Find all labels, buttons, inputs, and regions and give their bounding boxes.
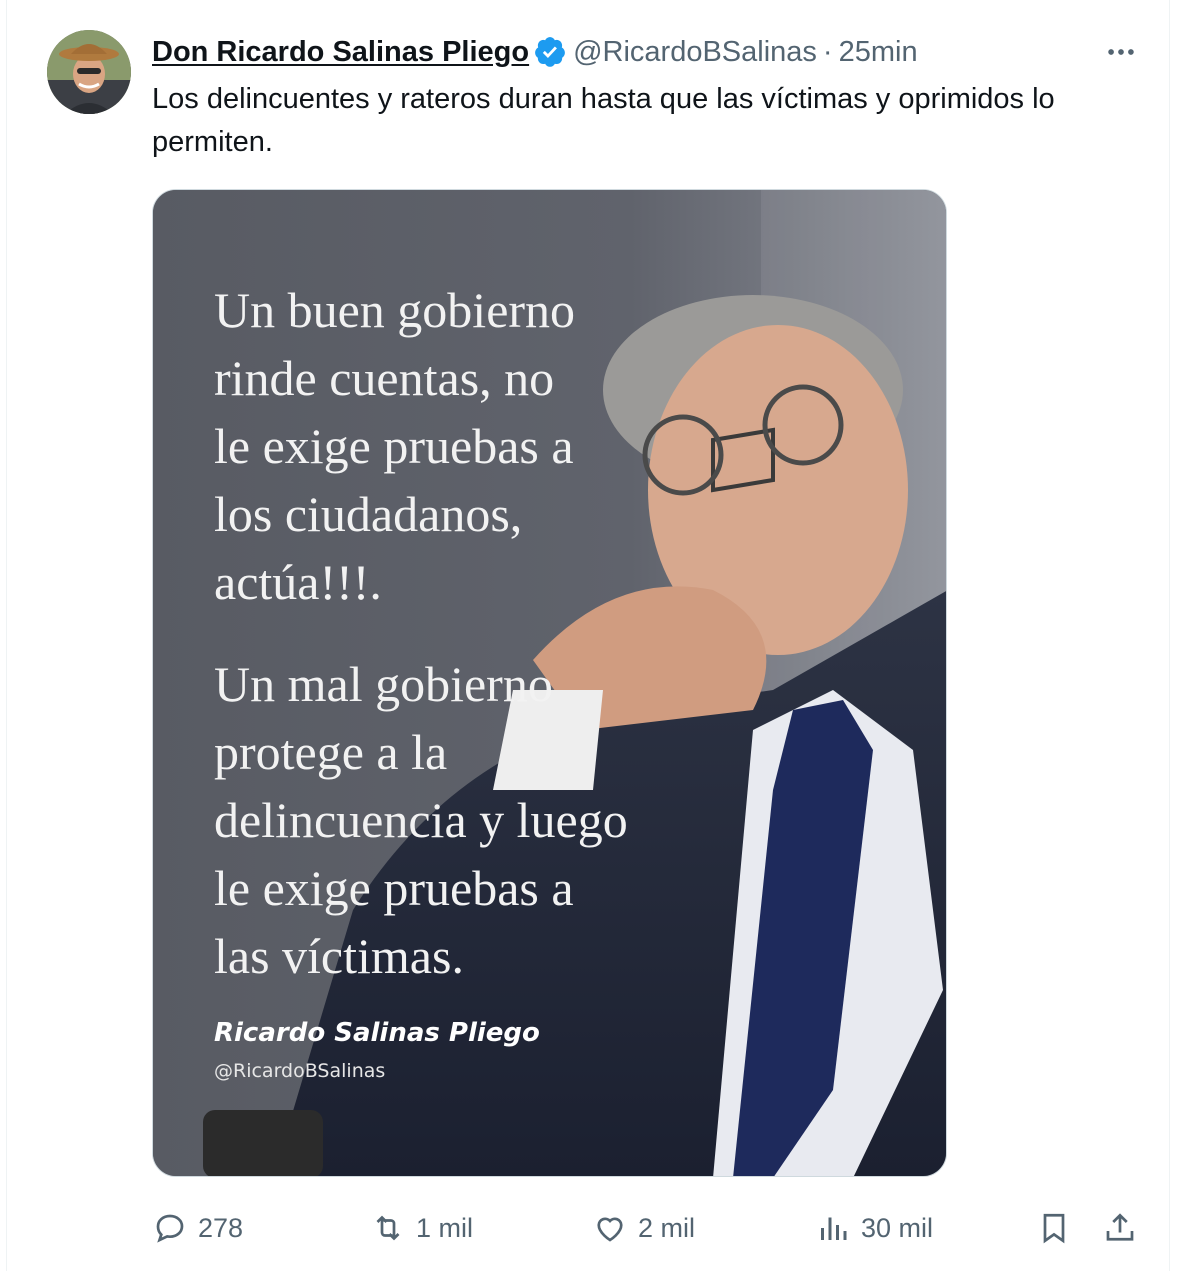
more-options-icon[interactable] — [1097, 34, 1145, 70]
reply-count: 278 — [198, 1212, 244, 1243]
image-signature-handle: @RicardoBSalinas — [214, 1060, 386, 1082]
quote-text-part-2: Un mal gobierno protege a la delincuenci… — [214, 656, 628, 984]
views-button[interactable]: 30 mil — [815, 1204, 933, 1252]
author-avatar[interactable] — [47, 30, 131, 114]
image-signature-name: Ricardo Salinas Pliego — [214, 1018, 540, 1048]
tweet-card[interactable]: Don Ricardo Salinas Pliego @RicardoBSali… — [6, 0, 1170, 1271]
tweet-header: Don Ricardo Salinas Pliego @RicardoBSali… — [152, 30, 918, 74]
tweet-actions: 278 1 mil 2 mil 30 mil — [152, 1204, 1152, 1252]
author-handle[interactable]: @RicardoBSalinas — [573, 36, 817, 69]
share-button[interactable] — [1102, 1204, 1138, 1252]
views-icon — [821, 1217, 847, 1240]
repost-icon — [376, 1215, 400, 1241]
reply-button[interactable]: 278 — [152, 1204, 243, 1252]
avatar-image — [47, 30, 131, 114]
repost-count: 1 mil — [416, 1212, 474, 1243]
tweet-timestamp[interactable]: 25min — [839, 36, 918, 69]
bookmark-icon — [1043, 1213, 1065, 1244]
verified-badge-icon[interactable] — [533, 35, 567, 69]
like-button[interactable]: 2 mil — [592, 1204, 695, 1252]
share-icon — [1106, 1213, 1134, 1241]
like-count: 2 mil — [638, 1212, 696, 1243]
bookmark-button[interactable] — [1036, 1204, 1072, 1252]
views-count: 30 mil — [861, 1212, 934, 1243]
like-icon — [597, 1217, 623, 1242]
reply-icon — [156, 1214, 184, 1243]
tweet-image[interactable]: Un buen gobierno rinde cuentas, no le ex… — [152, 189, 947, 1177]
tweet-text: Los delincuentes y rateros duran hasta q… — [152, 83, 1055, 158]
author-name[interactable]: Don Ricardo Salinas Pliego — [152, 36, 529, 69]
repost-button[interactable]: 1 mil — [370, 1204, 473, 1252]
quote-text-part-1: Un buen gobierno rinde cuentas, no le ex… — [214, 282, 576, 610]
separator-dot: · — [822, 35, 833, 68]
